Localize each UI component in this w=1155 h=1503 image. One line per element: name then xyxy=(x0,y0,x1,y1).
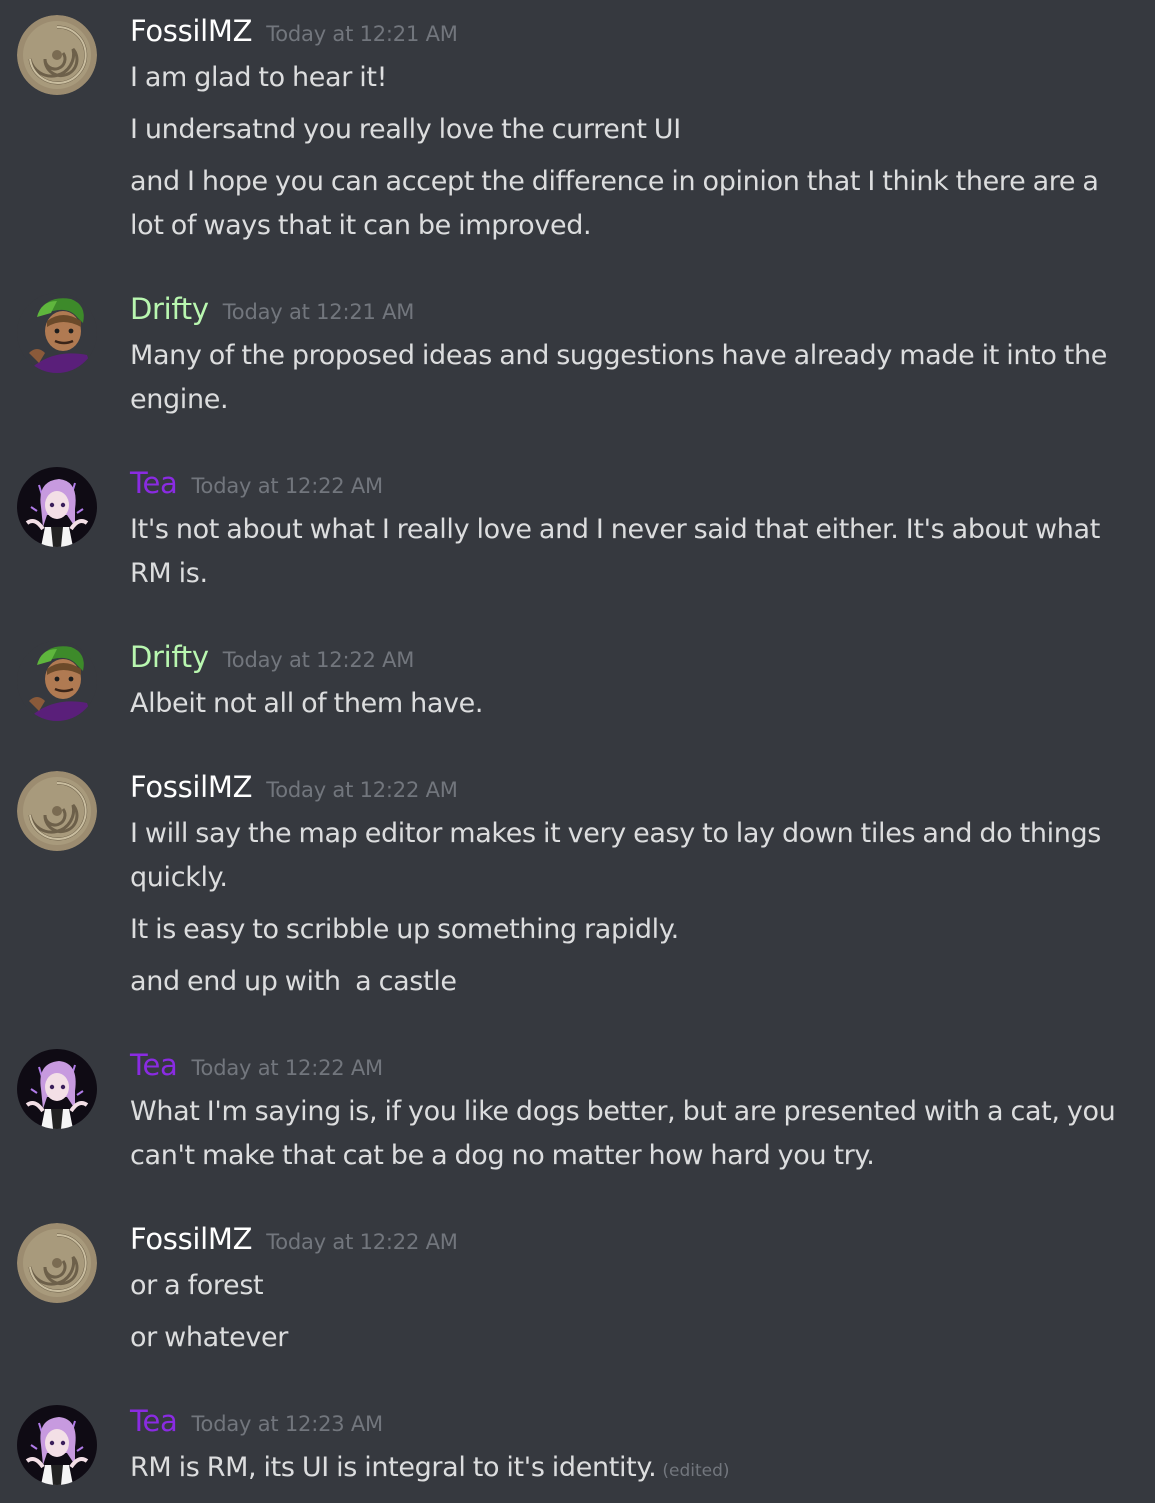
message-text: It is easy to scribble up something rapi… xyxy=(130,914,679,945)
message-text: Albeit not all of them have. xyxy=(130,688,484,719)
message-header: Drifty Today at 12:21 AM xyxy=(130,292,414,332)
avatar-drifty[interactable] xyxy=(17,641,97,721)
username[interactable]: FossilMZ xyxy=(130,1222,253,1256)
message-text: I undersatnd you really love the current… xyxy=(130,114,681,145)
avatar-tea[interactable] xyxy=(17,1405,97,1485)
message-text: or whatever xyxy=(130,1322,288,1353)
avatar-tea[interactable] xyxy=(17,467,97,547)
message-header: Drifty Today at 12:22 AM xyxy=(130,640,414,680)
message-header: Tea Today at 12:23 AM xyxy=(130,1404,383,1444)
tea-avatar-icon xyxy=(17,467,97,547)
message-text: I will say the map editor makes it very … xyxy=(130,818,1101,893)
timestamp: Today at 12:23 AM xyxy=(191,1412,384,1436)
message-text: What I'm saying is, if you like dogs bet… xyxy=(130,1096,1116,1171)
message-header: FossilMZ Today at 12:21 AM xyxy=(130,14,458,54)
fossil-avatar-icon xyxy=(17,1223,97,1303)
timestamp: Today at 12:21 AM xyxy=(266,22,458,46)
username[interactable]: Drifty xyxy=(130,640,209,674)
username[interactable]: Tea xyxy=(130,1048,178,1082)
message-text: I am glad to hear it! xyxy=(130,62,388,93)
message-text-content: RM is RM, its UI is integral to it's ide… xyxy=(130,1452,657,1483)
avatar-drifty[interactable] xyxy=(17,293,97,373)
avatar-tea[interactable] xyxy=(17,1049,97,1129)
message-header: FossilMZ Today at 12:22 AM xyxy=(130,770,458,810)
message-text: or a forest xyxy=(130,1270,264,1301)
drifty-avatar-icon xyxy=(17,641,97,721)
edited-label: (edited) xyxy=(662,1461,730,1481)
timestamp: Today at 12:22 AM xyxy=(266,778,458,802)
avatar-fossil[interactable] xyxy=(17,1223,97,1303)
avatar-fossil[interactable] xyxy=(17,15,97,95)
timestamp: Today at 12:22 AM xyxy=(191,474,384,498)
message-text: and end up with a castle xyxy=(130,966,457,997)
drifty-avatar-icon xyxy=(17,293,97,373)
message-header: Tea Today at 12:22 AM xyxy=(130,1048,383,1088)
tea-avatar-icon xyxy=(17,1049,97,1129)
timestamp: Today at 12:22 AM xyxy=(266,1230,458,1254)
fossil-avatar-icon xyxy=(17,771,97,851)
message-text: and I hope you can accept the difference… xyxy=(130,166,1099,241)
timestamp: Today at 12:22 AM xyxy=(191,1056,384,1080)
message-text: Many of the proposed ideas and suggestio… xyxy=(130,340,1108,415)
username[interactable]: FossilMZ xyxy=(130,14,253,48)
timestamp: Today at 12:22 AM xyxy=(222,648,415,672)
message-header: Tea Today at 12:22 AM xyxy=(130,466,383,506)
username[interactable]: Drifty xyxy=(130,292,209,326)
message-text: RM is RM, its UI is integral to it's ide… xyxy=(130,1446,1130,1493)
tea-avatar-icon xyxy=(17,1405,97,1485)
username[interactable]: FossilMZ xyxy=(130,770,253,804)
username[interactable]: Tea xyxy=(130,1404,178,1438)
timestamp: Today at 12:21 AM xyxy=(222,300,415,324)
message-header: FossilMZ Today at 12:22 AM xyxy=(130,1222,458,1262)
message-text: It's not about what I really love and I … xyxy=(130,514,1100,589)
fossil-avatar-icon xyxy=(17,15,97,95)
avatar-fossil[interactable] xyxy=(17,771,97,851)
username[interactable]: Tea xyxy=(130,466,178,500)
